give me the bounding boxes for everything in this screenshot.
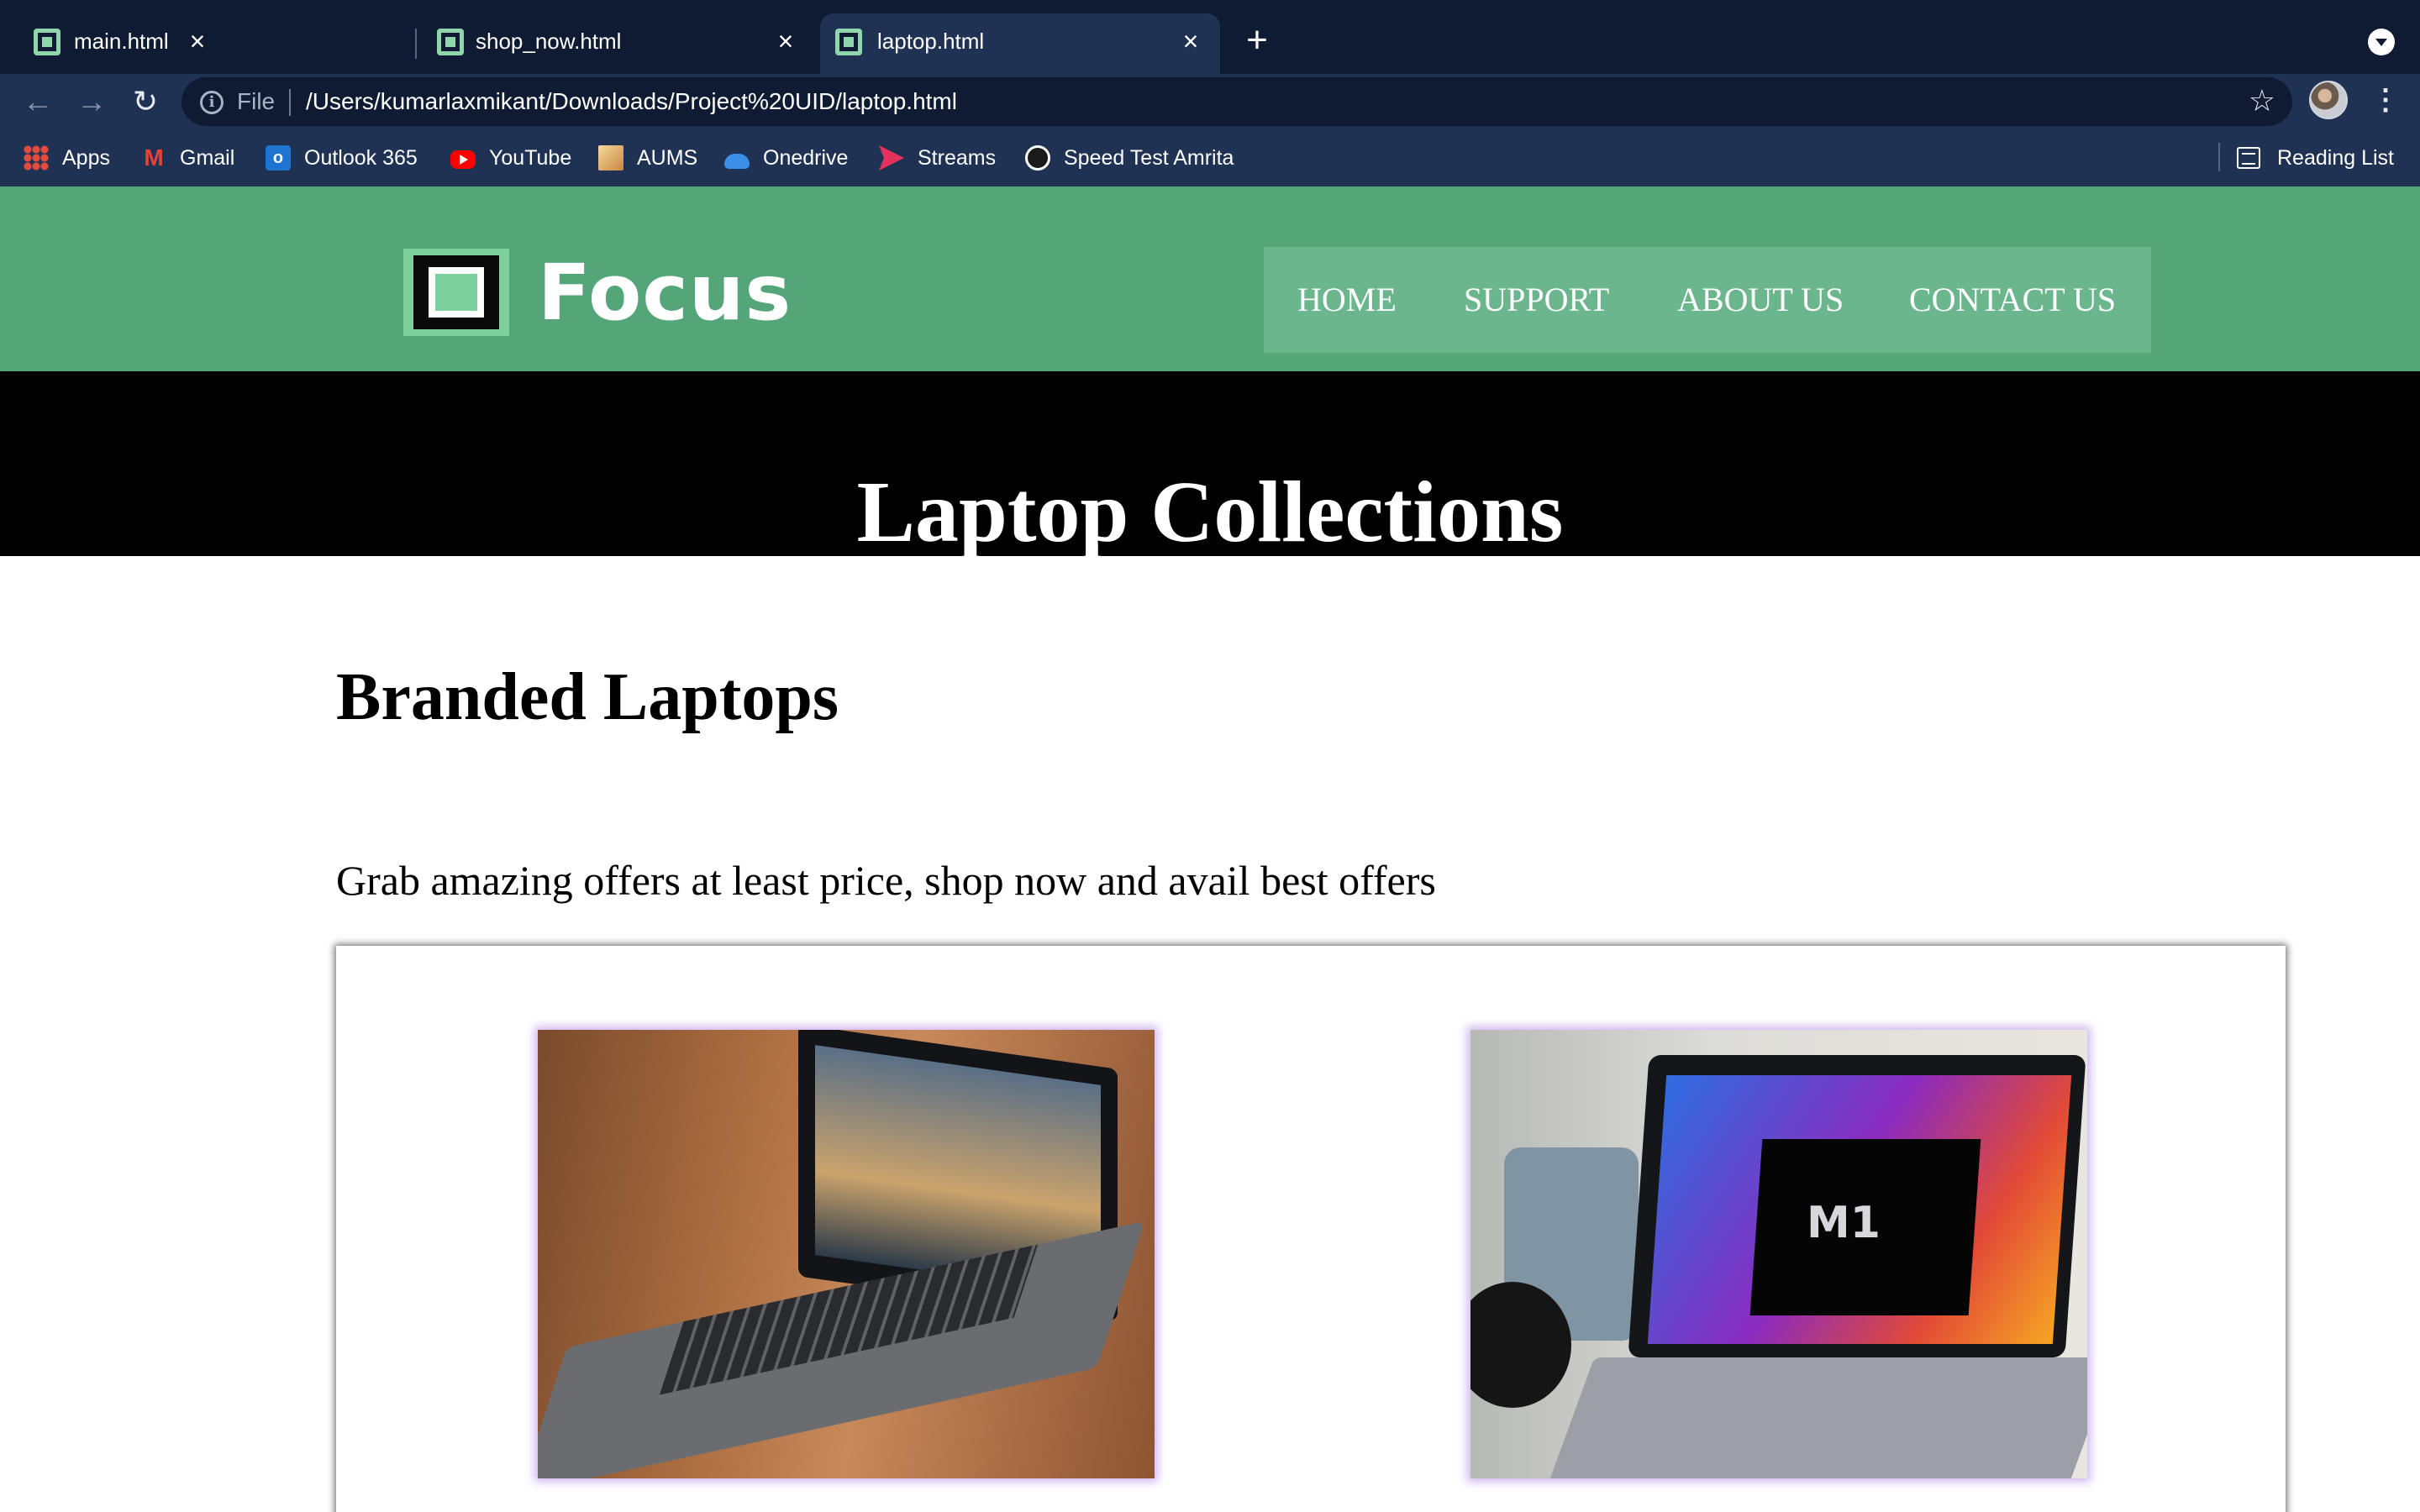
reading-list-button[interactable]: Reading List — [2237, 143, 2394, 173]
main-nav: HOME SUPPORT ABOUT US CONTACT US — [1264, 247, 2151, 353]
hero-banner: Laptop Collections — [0, 371, 2420, 560]
site-header: Focus HOME SUPPORT ABOUT US CONTACT US — [0, 186, 2420, 371]
page-title: Laptop Collections — [856, 464, 1564, 560]
bookmark-streams[interactable]: Streams — [879, 143, 996, 173]
plus-icon[interactable]: + — [1239, 22, 1276, 59]
close-icon[interactable]: × — [183, 27, 212, 55]
close-icon[interactable]: × — [771, 27, 800, 55]
tab-strip: main.html × shop_now.html × laptop.html … — [0, 0, 2420, 74]
bookmark-gmail[interactable]: M Gmail — [141, 143, 234, 173]
star-icon[interactable]: ☆ — [2249, 84, 2275, 118]
scheme-label: File — [237, 88, 276, 114]
aums-icon — [598, 145, 623, 171]
streams-icon — [879, 145, 904, 171]
url-text[interactable]: /Users/kumarlaxmikant/Downloads/Project%… — [306, 87, 957, 116]
bookmark-label: Speed Test Amrita — [1064, 145, 1234, 170]
bookmarks-separator — [2218, 143, 2220, 171]
product-gallery: M1 — [336, 946, 2286, 1512]
laptop-base-shape — [1548, 1357, 2087, 1478]
bookmark-outlook[interactable]: o Outlook 365 — [266, 143, 418, 173]
bookmark-label: YouTube — [489, 145, 572, 170]
back-arrow-icon[interactable]: ← — [18, 82, 57, 121]
laptop-image-macbook-m1[interactable]: M1 — [1470, 1030, 2087, 1478]
gmail-icon: M — [144, 144, 164, 171]
tab-title: shop_now.html — [476, 29, 622, 54]
browser-toolbar: ← → ↻ i File /Users/kumarlaxmikant/Downl… — [0, 74, 2420, 129]
reload-icon[interactable]: ↻ — [126, 82, 165, 121]
page-favicon-icon — [437, 29, 464, 55]
outlook-icon: o — [266, 145, 291, 171]
apple-m1-logo: M1 — [1807, 1198, 1881, 1248]
site-logo-text[interactable]: Focus — [538, 247, 792, 339]
more-menu-icon[interactable]: ⋮ — [2371, 81, 2400, 119]
section-title: Branded Laptops — [336, 660, 839, 734]
close-icon[interactable]: × — [1176, 27, 1205, 55]
tab-title: main.html — [74, 29, 169, 54]
section-subtitle: Grab amazing offers at least price, shop… — [336, 857, 1436, 904]
page-favicon-icon — [835, 29, 862, 55]
reading-list-label: Reading List — [2277, 145, 2394, 170]
bookmark-label: Outlook 365 — [304, 145, 418, 170]
tab-main[interactable]: main.html × — [0, 13, 227, 74]
bookmarks-bar: Apps M Gmail o Outlook 365 YouTube AUMS … — [0, 129, 2420, 186]
address-bar[interactable]: i File /Users/kumarlaxmikant/Downloads/P… — [182, 77, 2292, 126]
tab-laptop[interactable]: laptop.html × — [820, 13, 1220, 74]
bookmark-label: AUMS — [637, 145, 698, 170]
info-icon[interactable]: i — [200, 91, 224, 114]
bookmark-label: Gmail — [180, 145, 235, 170]
nav-home[interactable]: HOME — [1297, 279, 1397, 321]
youtube-icon — [450, 150, 476, 169]
bookmark-label: Apps — [62, 145, 110, 170]
forward-arrow-icon[interactable]: → — [72, 82, 111, 121]
profile-avatar[interactable] — [2309, 81, 2348, 119]
speedtest-icon — [1025, 145, 1050, 171]
bookmark-label: Onedrive — [763, 145, 849, 170]
address-separator — [289, 89, 291, 116]
nav-about-us[interactable]: ABOUT US — [1677, 279, 1844, 321]
nav-contact-us[interactable]: CONTACT US — [1909, 279, 2116, 321]
bookmark-onedrive[interactable]: Onedrive — [724, 143, 848, 173]
bookmark-youtube[interactable]: YouTube — [450, 143, 571, 173]
onedrive-icon — [724, 154, 750, 169]
page-favicon-icon — [34, 29, 60, 55]
tab-separator — [415, 29, 417, 59]
laptop-image-macbook-air[interactable] — [538, 1030, 1155, 1478]
tab-title: laptop.html — [877, 29, 985, 54]
tab-shop-now[interactable]: shop_now.html × — [420, 13, 815, 74]
tab-search-icon[interactable] — [2368, 29, 2395, 55]
bookmark-speed-test[interactable]: Speed Test Amrita — [1025, 143, 1234, 173]
focus-logo-icon[interactable] — [403, 249, 509, 336]
bookmark-aums[interactable]: AUMS — [598, 143, 697, 173]
reading-list-icon — [2237, 147, 2260, 169]
nav-support[interactable]: SUPPORT — [1464, 279, 1609, 321]
apps-grid-icon — [24, 145, 49, 171]
bookmark-apps[interactable]: Apps — [24, 143, 110, 173]
bookmark-label: Streams — [918, 145, 997, 170]
